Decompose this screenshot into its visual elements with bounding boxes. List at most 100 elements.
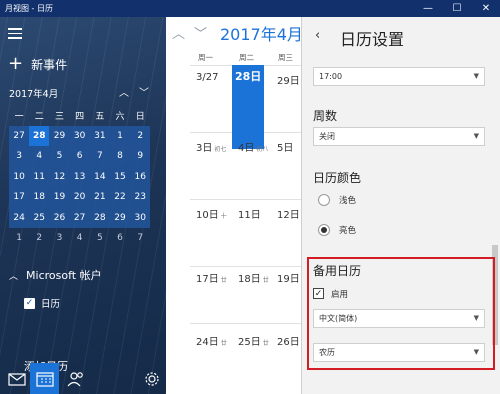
mini-calendar-day[interactable]: 12 <box>49 166 70 187</box>
calendar-toggle[interactable]: ✓ 日历 <box>24 296 60 310</box>
day-cell[interactable]: 3日 初七 <box>196 139 226 154</box>
previous-month-icon[interactable]: ︿ <box>172 23 185 42</box>
mini-calendar-day[interactable]: 7 <box>89 146 110 167</box>
weekday-label: 周一 <box>198 53 213 62</box>
mini-calendar-day[interactable]: 17 <box>9 187 30 208</box>
gear-icon[interactable] <box>142 371 162 387</box>
day-cell[interactable]: 4日 初八 <box>238 139 268 154</box>
day-cell[interactable]: 29日 <box>277 72 300 87</box>
day-cell[interactable]: 3/27 <box>196 72 218 83</box>
light-color-radio[interactable] <box>318 194 330 206</box>
weekday-header: 一 <box>14 111 24 122</box>
light-color-label: 浅色 <box>339 196 357 206</box>
account-label: Microsoft 帐户 <box>26 269 102 282</box>
mini-calendar-day[interactable]: 24 <box>9 207 30 228</box>
weekday-header: 六 <box>115 111 125 122</box>
week-number-dropdown[interactable]: 关闭 ▼ <box>313 127 485 146</box>
mini-calendar-day[interactable]: 1 <box>9 228 29 249</box>
mini-calendar-day[interactable]: 4 <box>29 146 50 167</box>
new-event-label: 新事件 <box>31 57 68 72</box>
weekday-header: 四 <box>75 111 85 122</box>
day-cell[interactable]: 25日廿 <box>238 333 269 348</box>
mini-calendar-day[interactable]: 5 <box>90 228 110 249</box>
back-arrow-icon[interactable]: ‹ <box>315 28 320 43</box>
chevron-up-icon[interactable]: ︿ <box>119 84 129 99</box>
weekday-header: 二 <box>34 111 44 122</box>
mini-calendar-day[interactable]: 27 <box>9 125 30 146</box>
calendar-app-button[interactable] <box>30 363 59 394</box>
calendar-item-label: 日历 <box>41 299 61 310</box>
day-cell[interactable]: 12日 <box>277 206 300 221</box>
mini-calendar-day[interactable]: 30 <box>69 125 90 146</box>
mini-calendar-day[interactable]: 13 <box>69 166 90 187</box>
day-cell[interactable]: 19日 <box>277 270 300 285</box>
chevron-down-icon[interactable]: ﹀ <box>139 84 149 99</box>
mini-calendar-day[interactable]: 9 <box>130 146 151 167</box>
mini-calendar-day[interactable]: 10 <box>9 166 30 187</box>
weekday-header: 五 <box>95 111 105 122</box>
weekday-header: 三 <box>54 111 64 122</box>
weekday-header: 日 <box>135 111 145 122</box>
day-cell[interactable]: 17日廿 <box>196 270 227 285</box>
maximize-button[interactable]: ☐ <box>443 0 471 17</box>
mini-calendar-day[interactable]: 18 <box>29 187 50 208</box>
mini-calendar-day[interactable]: 3 <box>49 228 69 249</box>
day-cell[interactable]: 11日 <box>238 206 261 221</box>
mini-calendar-day[interactable]: 14 <box>89 166 110 187</box>
mini-calendar-day[interactable]: 22 <box>109 187 131 208</box>
mini-calendar-day[interactable]: 6 <box>69 146 90 167</box>
dropdown-value: 关闭 <box>319 132 335 141</box>
mini-calendar-day[interactable]: 23 <box>130 187 151 208</box>
app-switcher-bar <box>0 361 166 394</box>
mini-calendar-day[interactable]: 15 <box>109 166 131 187</box>
hamburger-menu-icon[interactable] <box>8 28 22 39</box>
mini-calendar-day-selected[interactable]: 28 <box>29 125 50 146</box>
mini-calendar-day[interactable]: 2 <box>29 228 49 249</box>
day-cell[interactable]: 18日廿 <box>238 270 269 285</box>
microsoft-account-header[interactable]: ︿ Microsoft 帐户 <box>9 267 102 283</box>
mini-calendar-day[interactable]: 26 <box>49 207 70 228</box>
mini-calendar-day[interactable]: 8 <box>109 146 131 167</box>
mini-calendar-day[interactable]: 28 <box>89 207 110 228</box>
sidebar: + 新事件 2017年4月 ︿ ﹀ 一 二 三 四 五 六 日 27 28 29… <box>0 17 166 394</box>
day-cell[interactable]: 24日廿 <box>196 333 227 348</box>
week-divider <box>190 323 301 324</box>
day-cell[interactable]: 26日 <box>277 333 300 348</box>
mini-calendar-day[interactable]: 7 <box>130 228 150 249</box>
next-month-icon[interactable]: ﹀ <box>194 23 207 42</box>
day-cell[interactable]: 10日十 <box>196 206 227 221</box>
week-divider <box>190 266 301 267</box>
mini-calendar-day[interactable]: 21 <box>89 187 110 208</box>
mini-calendar-day[interactable]: 5 <box>49 146 70 167</box>
mini-calendar-day[interactable]: 30 <box>130 207 151 228</box>
dark-color-label: 亮色 <box>339 226 357 236</box>
mini-calendar-day[interactable]: 4 <box>70 228 90 249</box>
mail-icon[interactable] <box>7 371 27 387</box>
month-view: ︿ ﹀ 2017年4月 周一 周二 周三 28日 3/27 29日 3日 初七 4… <box>166 17 301 394</box>
checkbox-checked-icon[interactable]: ✓ <box>24 297 35 309</box>
mini-calendar-day[interactable]: 27 <box>69 207 90 228</box>
week-number-heading: 周数 <box>313 109 338 123</box>
mini-calendar-day[interactable]: 3 <box>9 146 30 167</box>
mini-calendar-day[interactable]: 25 <box>29 207 50 228</box>
mini-calendar-day[interactable]: 16 <box>130 166 151 187</box>
mini-calendar-day[interactable]: 1 <box>109 125 131 146</box>
work-hours-end-dropdown[interactable]: 17:00 ▼ <box>313 67 485 86</box>
day-cell[interactable]: 5日 <box>277 139 293 154</box>
month-title[interactable]: 2017年4月 <box>220 21 301 45</box>
weekday-label: 周三 <box>278 53 293 62</box>
people-icon[interactable] <box>66 371 86 387</box>
mini-calendar-day[interactable]: 19 <box>49 187 70 208</box>
new-event-button[interactable]: + 新事件 <box>8 54 67 74</box>
dark-color-radio[interactable] <box>318 224 330 236</box>
mini-calendar-day[interactable]: 11 <box>29 166 50 187</box>
selected-day-label: 28日 <box>235 70 262 83</box>
mini-calendar-day[interactable]: 20 <box>69 187 90 208</box>
close-button[interactable]: ✕ <box>472 0 500 17</box>
mini-calendar-day[interactable]: 6 <box>110 228 130 249</box>
mini-calendar-day[interactable]: 29 <box>49 125 70 146</box>
minimize-button[interactable]: — <box>414 0 442 17</box>
mini-calendar-day[interactable]: 31 <box>89 125 110 146</box>
mini-calendar-day[interactable]: 2 <box>130 125 151 146</box>
mini-calendar-day[interactable]: 29 <box>109 207 131 228</box>
